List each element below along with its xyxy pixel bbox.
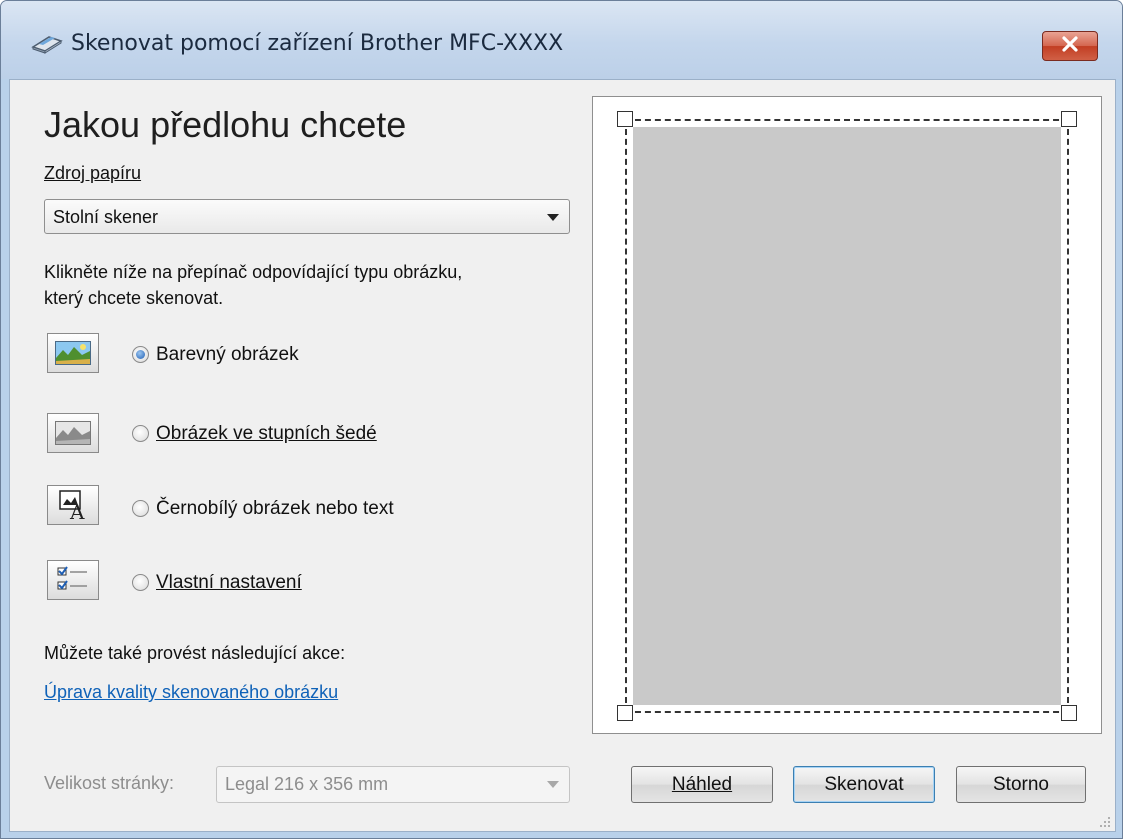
preview-button-label: Náhled [671, 773, 733, 795]
svg-text:A: A [69, 500, 85, 521]
window-title: Skenovat pomocí zařízení Brother MFC-XXX… [71, 31, 564, 56]
scan-preview-pane[interactable] [592, 96, 1102, 734]
preview-button[interactable]: Náhled [631, 766, 773, 803]
adjust-quality-link[interactable]: Úprava kvality skenovaného obrázku [44, 682, 338, 703]
paper-source-select[interactable]: Stolní skener [44, 199, 570, 234]
resize-grip-icon[interactable] [1099, 815, 1111, 827]
color-picture-radio[interactable] [132, 346, 149, 363]
dialog-body: Jakou předlohu chcete Zdroj papíru Stoln… [9, 79, 1116, 832]
grayscale-picture-radio[interactable] [132, 425, 149, 442]
crop-handle-top-left[interactable] [617, 111, 633, 127]
color-picture-label[interactable]: Barevný obrázek [156, 344, 299, 366]
black-white-text-label[interactable]: Černobílý obrázek nebo text [156, 498, 394, 520]
instruction-text-line1: Klikněte níže na přepínač odpovídající t… [44, 262, 463, 282]
cancel-button[interactable]: Storno [956, 766, 1086, 803]
close-button[interactable] [1042, 31, 1098, 61]
custom-settings-label[interactable]: Vlastní nastavení [156, 572, 302, 594]
grayscale-picture-icon[interactable] [47, 413, 99, 453]
chevron-down-icon[interactable] [547, 214, 559, 221]
black-white-text-radio[interactable] [132, 500, 149, 517]
black-white-text-icon[interactable]: A [47, 485, 99, 525]
page-size-label: Velikost stránky: [44, 773, 175, 793]
crop-handle-top-right[interactable] [1061, 111, 1077, 127]
page-size-select[interactable]: Legal 216 x 356 mm [216, 766, 570, 803]
color-picture-icon[interactable] [47, 333, 99, 373]
scan-button[interactable]: Skenovat [793, 766, 935, 803]
grayscale-picture-label[interactable]: Obrázek ve stupních šedé [156, 423, 377, 445]
title-bar[interactable]: Skenovat pomocí zařízení Brother MFC-XXX… [1, 1, 1122, 79]
page-size-value: Legal 216 x 356 mm [225, 774, 389, 794]
chevron-down-icon[interactable] [547, 781, 559, 788]
close-icon [1061, 35, 1079, 57]
instruction-text-line2: který chcete skenovat. [44, 288, 224, 308]
crop-selection-rectangle[interactable] [625, 119, 1069, 713]
custom-settings-icon[interactable] [47, 560, 99, 600]
crop-handle-bottom-right[interactable] [1061, 705, 1077, 721]
paper-source-value: Stolní skener [53, 207, 159, 227]
more-actions-label: Můžete také provést následující akce: [44, 643, 346, 663]
scan-dialog: Skenovat pomocí zařízení Brother MFC-XXX… [0, 0, 1123, 839]
custom-settings-radio[interactable] [132, 574, 149, 591]
crop-handle-bottom-left[interactable] [617, 705, 633, 721]
paper-source-label: Zdroj papíru [44, 163, 142, 183]
scanner-icon [31, 31, 63, 55]
page-title: Jakou předlohu chcete [44, 104, 407, 145]
scan-button-label: Skenovat [824, 773, 904, 795]
cancel-button-label: Storno [993, 773, 1049, 795]
